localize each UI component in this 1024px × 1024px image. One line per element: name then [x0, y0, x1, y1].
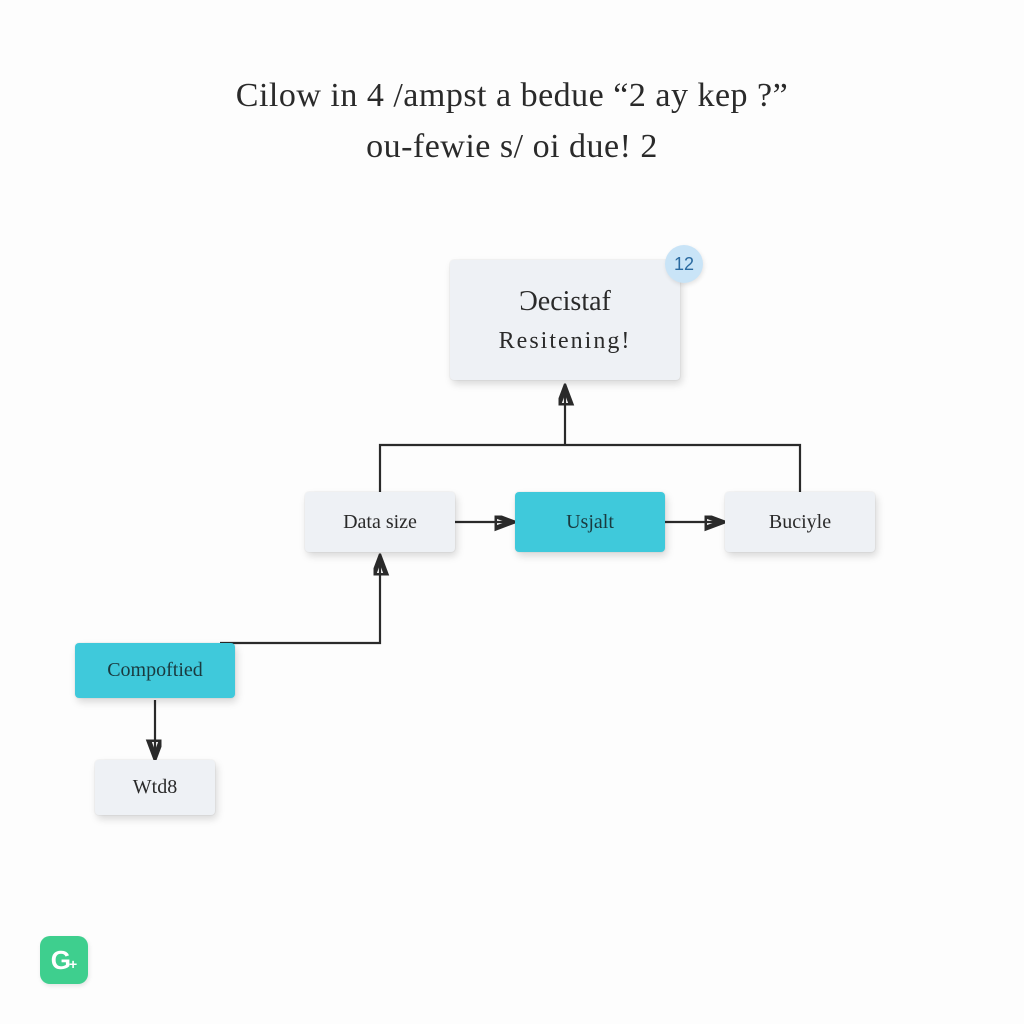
- node-main-label-bottom: Resitening!: [499, 325, 632, 359]
- node-compoftied-label: Compoftied: [107, 659, 203, 682]
- node-usjalt-label: Usjalt: [566, 511, 614, 534]
- node-data-size-label: Data size: [343, 511, 417, 534]
- node-buciyle[interactable]: Buciyle: [725, 492, 875, 552]
- flow-diagram: Ɔecistaf Resitening! 12 Data size Usjalt…: [0, 0, 1024, 1024]
- logo-plus: +: [69, 956, 77, 972]
- node-usjalt[interactable]: Usjalt: [515, 492, 665, 552]
- logo-letter: G: [51, 945, 71, 976]
- node-wtd8[interactable]: Wtd8: [95, 760, 215, 815]
- badge-count: 12: [665, 245, 703, 283]
- node-data-size[interactable]: Data size: [305, 492, 455, 552]
- node-main[interactable]: Ɔecistaf Resitening!: [450, 260, 680, 380]
- node-compoftied[interactable]: Compoftied: [75, 643, 235, 698]
- node-wtd8-label: Wtd8: [133, 776, 177, 799]
- app-logo[interactable]: G+: [40, 936, 88, 984]
- node-main-label-top: Ɔecistaf: [519, 282, 611, 321]
- node-buciyle-label: Buciyle: [769, 511, 831, 534]
